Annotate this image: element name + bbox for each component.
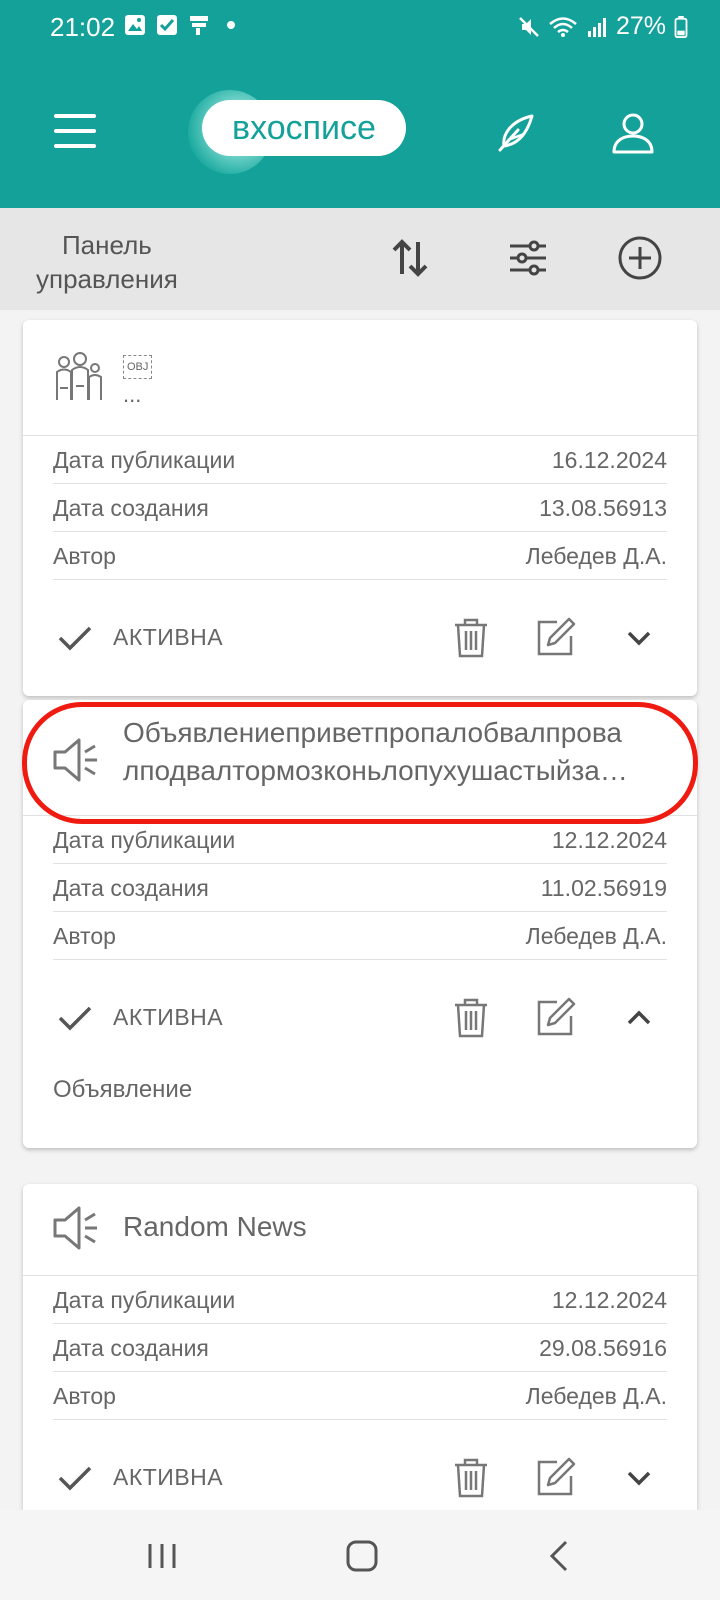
author-row: Автор Лебедев Д.А. [53, 1372, 667, 1420]
battery-icon [674, 15, 688, 38]
menu-icon[interactable] [54, 114, 96, 148]
delete-icon[interactable] [449, 616, 493, 660]
row-label: Автор [53, 543, 116, 569]
row-value: 16.12.2024 [551, 447, 667, 473]
edit-icon[interactable] [533, 1456, 577, 1500]
page-title-line2: управления [36, 264, 178, 294]
row-value: 29.08.56916 [539, 1335, 667, 1361]
chevron-up-icon[interactable] [617, 996, 661, 1040]
check-icon [58, 626, 92, 651]
megaphone-icon [53, 738, 97, 782]
edit-icon[interactable] [533, 996, 577, 1040]
logo-text: вхосписе [202, 100, 406, 156]
card-title: ... [123, 382, 142, 407]
row-label: Дата создания [53, 495, 209, 521]
row-value: 11.02.56919 [540, 875, 667, 901]
status-bar: 21:02 27% [0, 0, 720, 60]
dot-icon [227, 21, 235, 29]
check-icon [58, 1466, 92, 1491]
card-footer: АКТИВНА [23, 960, 697, 1076]
row-value: 13.08.56913 [539, 495, 667, 521]
row-value: Лебедев Д.А. [525, 1383, 667, 1409]
publish-date-row: Дата публикации 12.12.2024 [53, 1276, 667, 1324]
app-logo: вхосписе [188, 88, 418, 176]
author-row: Автор Лебедев Д.А. [53, 532, 667, 580]
status-label: АКТИВНА [113, 1004, 224, 1030]
card-title: Random News [123, 1211, 307, 1242]
battery-percent: 27% [615, 12, 666, 40]
author-row: Автор Лебедев Д.А. [53, 912, 667, 960]
flag-icon [190, 16, 208, 35]
row-label: Дата создания [53, 875, 209, 901]
card-title-line2: лподвалтормозконьлопухушастыйза… [123, 755, 628, 786]
created-date-row: Дата создания 11.02.56919 [53, 864, 667, 912]
app-header: вхосписе [0, 60, 720, 208]
card-description: Объявление [53, 1076, 193, 1103]
checkbox-icon [157, 15, 177, 35]
card-footer: АКТИВНА [23, 580, 697, 696]
status-label: АКТИВНА [113, 1464, 224, 1490]
toolbar: Панель управления [0, 208, 720, 310]
row-value: 12.12.2024 [551, 1287, 667, 1313]
feather-icon[interactable] [494, 110, 540, 156]
edit-icon[interactable] [533, 616, 577, 660]
chevron-down-icon[interactable] [617, 1456, 661, 1500]
recent-apps-icon[interactable] [142, 1538, 182, 1574]
row-label: Автор [53, 1383, 116, 1409]
row-label: Автор [53, 923, 116, 949]
page-title-line1: Панель [61, 230, 152, 260]
delete-icon[interactable] [449, 996, 493, 1040]
status-label: АКТИВНА [113, 624, 224, 650]
card-title-line1: Объявлениеприветпропалобвалпрова [123, 717, 622, 748]
sort-icon[interactable] [386, 234, 434, 282]
card-header[interactable]: OBJ ... [23, 320, 697, 436]
row-label: Дата публикации [53, 447, 236, 473]
page-title: Панель управления [36, 228, 178, 296]
created-date-row: Дата создания 29.08.56916 [53, 1324, 667, 1372]
check-icon [58, 1006, 92, 1031]
card-header[interactable]: Объявлениеприветпропалобвалпрова лподвал… [23, 700, 697, 816]
card-footer: АКТИВНА [23, 1420, 697, 1510]
add-icon[interactable] [616, 234, 664, 282]
news-card[interactable]: OBJ ... Дата публикации 16.12.2024 Дата с… [23, 320, 697, 696]
publish-date-row: Дата публикации 16.12.2024 [53, 436, 667, 484]
chevron-down-icon[interactable] [617, 616, 661, 660]
row-value: Лебедев Д.А. [525, 543, 667, 569]
card-header[interactable]: Random News [23, 1184, 697, 1276]
system-nav-bar [0, 1510, 720, 1600]
row-label: Дата публикации [53, 1287, 236, 1313]
signal-icon [587, 17, 606, 37]
row-value: 12.12.2024 [551, 827, 667, 853]
wifi-icon [549, 16, 577, 37]
status-time: 21:02 [50, 12, 116, 42]
obj-badge: OBJ [123, 355, 153, 379]
publish-date-row: Дата публикации 12.12.2024 [53, 816, 667, 864]
mute-icon [519, 16, 539, 37]
row-label: Дата публикации [53, 827, 236, 853]
megaphone-icon [53, 1206, 97, 1250]
image-icon [125, 15, 145, 35]
profile-icon[interactable] [610, 110, 656, 156]
news-card[interactable]: Объявлениеприветпропалобвалпрова лподвал… [23, 700, 697, 1148]
row-value: Лебедев Д.А. [525, 923, 667, 949]
filter-icon[interactable] [504, 234, 552, 282]
home-icon[interactable] [342, 1538, 382, 1574]
family-icon [56, 352, 102, 400]
created-date-row: Дата создания 13.08.56913 [53, 484, 667, 532]
row-label: Дата создания [53, 1335, 209, 1361]
news-card[interactable]: Random News Дата публикации 12.12.2024 Да… [23, 1184, 697, 1510]
delete-icon[interactable] [449, 1456, 493, 1500]
back-icon[interactable] [540, 1538, 580, 1574]
